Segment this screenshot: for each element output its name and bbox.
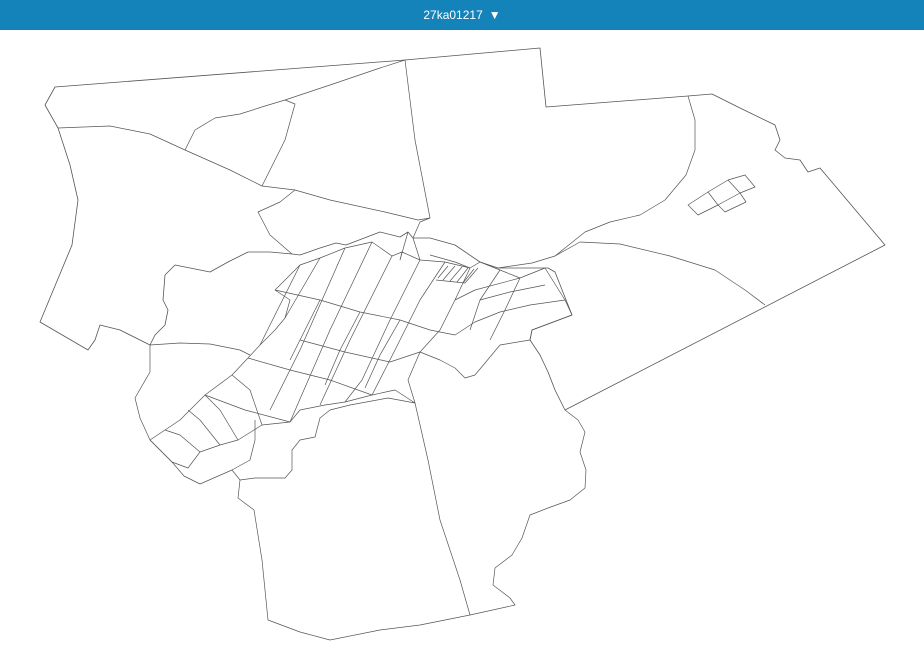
boundary-line-8 — [134, 345, 587, 641]
boundary-line-9 — [149, 342, 251, 356]
hatched-parcels — [435, 265, 479, 284]
boundary-line-1 — [57, 125, 431, 221]
region-selector-label: 27ka01217 — [423, 8, 483, 22]
grid-line-5 — [164, 374, 263, 453]
region-selector[interactable]: 27ka01217 ▼ — [0, 0, 924, 30]
grid-line-3 — [204, 394, 291, 423]
outer-boundary — [39, 47, 886, 411]
boundary-map — [39, 47, 886, 641]
grid-line-4 — [259, 241, 521, 423]
grid-line-1 — [274, 289, 456, 336]
boundary-line-3 — [184, 99, 296, 187]
urban-core — [149, 241, 573, 469]
boundary-line-2 — [404, 59, 431, 239]
boundary-line-6 — [497, 95, 696, 269]
boundary-line-7 — [554, 241, 766, 306]
boundary-line-11 — [239, 397, 416, 481]
boundary-line-12 — [231, 420, 256, 471]
map-canvas[interactable] — [0, 30, 924, 660]
boundary-line-10 — [414, 402, 471, 616]
grid-line-8 — [399, 231, 471, 269]
triangle-down-icon: ▼ — [488, 8, 501, 22]
boundary-line-5 — [257, 189, 296, 255]
parcel-squares — [687, 174, 756, 216]
boundary-line-4 — [284, 59, 406, 101]
